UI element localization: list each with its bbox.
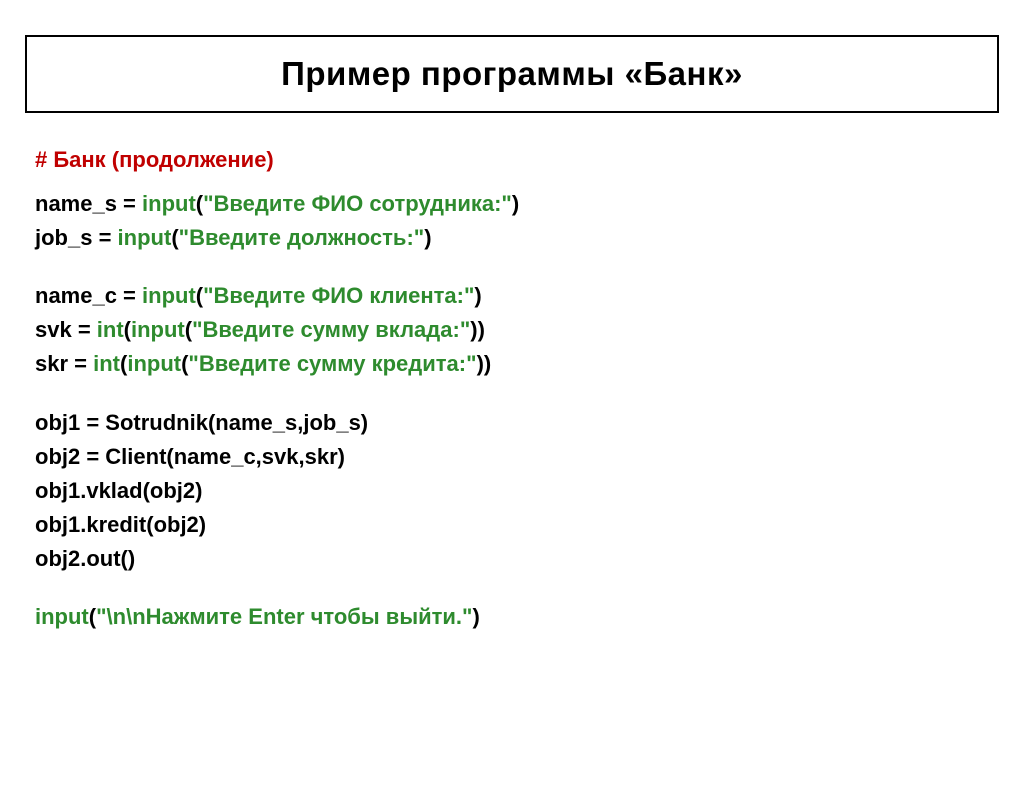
code-line-4: svk = int(input("Введите сумму вклада:")… xyxy=(35,313,989,347)
code-line-5: skr = int(input("Введите сумму кредита:"… xyxy=(35,347,989,381)
code-line-10: obj2.out() xyxy=(35,542,989,576)
code-comment: # Банк (продолжение) xyxy=(35,143,989,177)
code-line-6: obj1 = Sotrudnik(name_s,job_s) xyxy=(35,406,989,440)
page-title: Пример программы «Банк» xyxy=(27,55,997,93)
code-line-2: job_s = input("Введите должность:") xyxy=(35,221,989,255)
code-content: # Банк (продолжение) name_s = input("Вве… xyxy=(35,143,989,634)
code-line-3: name_c = input("Введите ФИО клиента:") xyxy=(35,279,989,313)
code-line-8: obj1.vklad(obj2) xyxy=(35,474,989,508)
blank-line xyxy=(35,382,989,406)
code-line-11: input("\n\nНажмите Enter чтобы выйти.") xyxy=(35,600,989,634)
code-line-1: name_s = input("Введите ФИО сотрудника:"… xyxy=(35,187,989,221)
code-line-9: obj1.kredit(obj2) xyxy=(35,508,989,542)
blank-line xyxy=(35,255,989,279)
code-line-7: obj2 = Client(name_c,svk,skr) xyxy=(35,440,989,474)
blank-line xyxy=(35,576,989,600)
title-box: Пример программы «Банк» xyxy=(25,35,999,113)
